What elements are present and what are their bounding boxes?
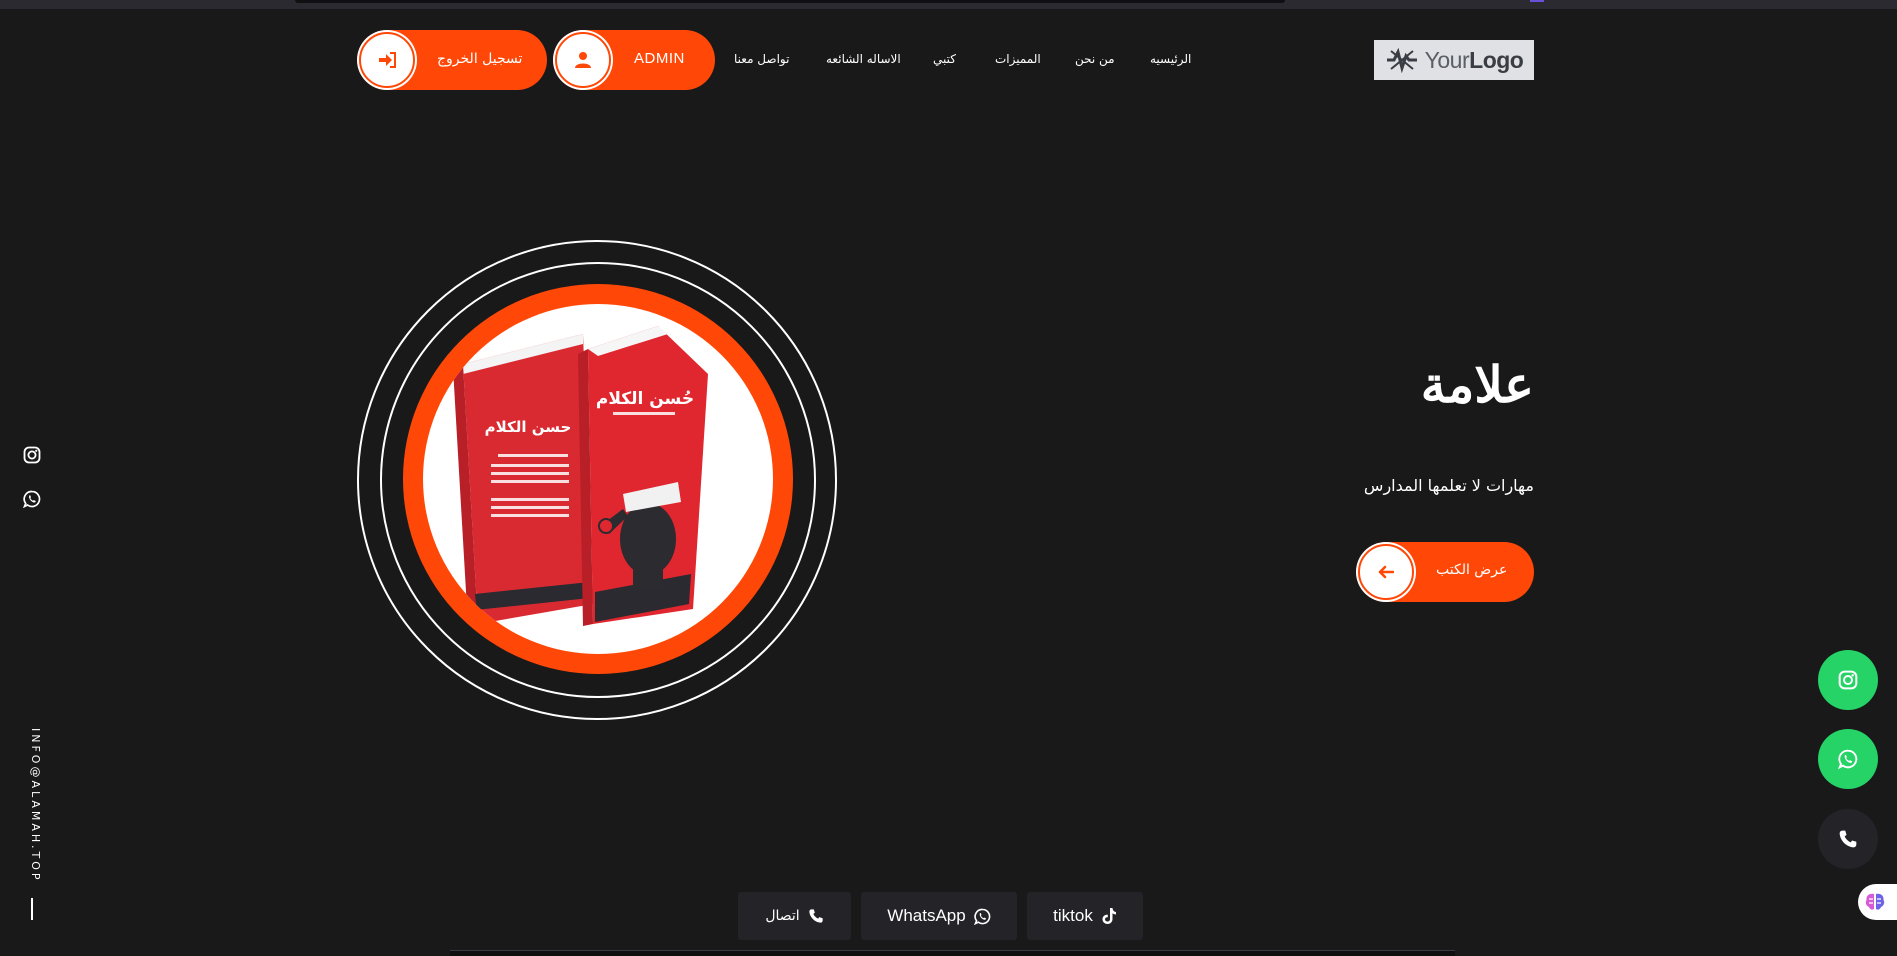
tiktok-bottom-button[interactable]: tiktok [1027,892,1143,940]
nav-item-features[interactable]: المميزات [995,52,1041,68]
instagram-side-icon[interactable] [22,445,42,465]
top-strip-bar [295,0,1285,3]
nav-item-my-books[interactable]: كتبي [933,52,956,68]
book-image: حسن الكلام حُسن الكلام [423,304,773,654]
admin-icon-circle [555,32,611,88]
admin-label: ADMIN [634,50,685,67]
view-books-icon-circle [1358,544,1414,600]
browser-top-strip [0,0,1897,9]
nav-item-about[interactable]: من نحن [1075,52,1115,68]
side-divider-line [31,898,33,920]
brain-icon [1865,893,1885,910]
contact-email[interactable]: INFO@ALAMAH.TOP [22,728,42,883]
sign-in-icon [379,52,396,68]
whatsapp-bottom-button[interactable]: WhatsApp [861,892,1017,940]
instagram-float-button[interactable] [1818,650,1878,710]
hero-title: علامة [1420,355,1534,414]
instagram-icon [1838,670,1858,690]
whatsapp-float-button[interactable] [1818,729,1878,789]
logout-button[interactable]: تسجيل الخروج [357,30,547,90]
logout-label: تسجيل الخروج [437,51,523,67]
nav-item-faq[interactable]: الاساله الشائعه [826,52,901,68]
books-illustration: حسن الكلام حُسن الكلام [453,326,708,626]
arrow-left-icon [1378,565,1394,579]
call-bottom-button[interactable]: اتصال [738,892,851,940]
tiktok-bottom-label: tiktok [1053,906,1093,925]
view-books-button[interactable]: عرض الكتب [1356,542,1534,602]
logout-icon-circle [359,32,415,88]
nav-item-contact[interactable]: تواصل معنا [734,52,789,68]
phone-icon [1839,830,1857,848]
view-books-label: عرض الكتب [1436,562,1508,578]
phone-icon [809,909,823,923]
whatsapp-icon [1838,749,1858,769]
whatsapp-side-icon[interactable] [22,489,42,509]
logo-text: YourLogo [1424,46,1524,73]
call-bottom-label: اتصال [765,908,800,924]
tiktok-icon [1102,908,1116,924]
whatsapp-icon [973,908,991,925]
front-book-title: حُسن الكلام [596,389,694,409]
back-book-title: حسن الكلام [485,418,572,436]
admin-button[interactable]: ADMIN [553,30,715,90]
bottom-edge [450,950,1455,956]
hero-subtitle: مهارات لا تعلمها المدارس [1363,476,1534,495]
instagram-icon [23,446,41,464]
top-strip-indicator [1530,0,1544,2]
brain-widget-button[interactable] [1858,884,1897,920]
whatsapp-bottom-label: WhatsApp [887,906,966,925]
whatsapp-icon [23,490,41,508]
user-icon [575,52,591,68]
nav-item-home[interactable]: الرئيسيه [1150,52,1191,68]
site-logo[interactable]: YourLogo [1374,40,1534,80]
phone-float-button[interactable] [1818,809,1878,869]
logo-mark-icon [1386,47,1417,73]
